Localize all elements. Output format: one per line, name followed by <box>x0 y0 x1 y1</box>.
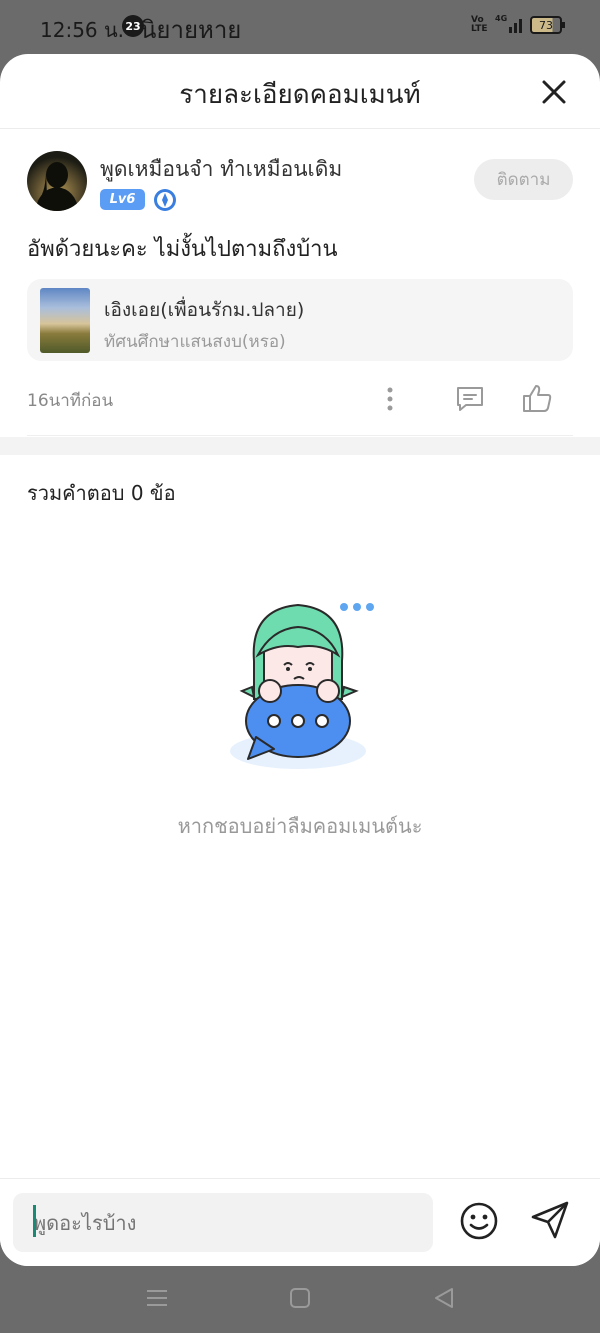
book-subtitle: ทัศนศึกษาแสนสงบ(หรอ) <box>104 332 286 352</box>
status-bar: 12:56 น. 23 นิยายหาย Vo LTE 4G 73 <box>0 0 600 54</box>
book-cover <box>40 288 90 353</box>
comment-divider <box>27 435 573 436</box>
level-badge: Lv6 <box>100 189 145 210</box>
empty-state-text: หากชอบอย่าลืมคอมเมนต์นะ <box>177 814 423 838</box>
battery-icon: 73 <box>530 16 565 34</box>
replies-count: รวมคำตอบ 0 ข้อ <box>27 481 176 505</box>
background-app-title: นิยายหาย <box>140 16 242 44</box>
home-icon[interactable] <box>286 1284 314 1312</box>
medal-icon <box>154 189 176 211</box>
follow-button[interactable]: ติดตาม <box>474 159 573 200</box>
section-gap <box>0 437 600 455</box>
book-title: เอิงเอย(เพื่อนรักม.ปลาย) <box>104 299 305 321</box>
send-icon[interactable] <box>529 1199 571 1241</box>
comment-card: พูดเหมือนจำ ทำเหมือนเดิม Lv6 ติดตาม อัพด… <box>0 129 600 437</box>
more-vertical-icon[interactable] <box>380 385 400 413</box>
signal-icon: 4G <box>495 14 522 33</box>
close-icon[interactable] <box>538 76 570 108</box>
comment-icon[interactable] <box>454 384 486 414</box>
sheet-header: รายละเอียดคอมเมนท์ <box>0 54 600 129</box>
network-type: 4G <box>495 14 508 23</box>
smiley-icon[interactable] <box>459 1201 499 1241</box>
sheet-title: รายละเอียดคอมเมนท์ <box>179 80 421 110</box>
back-icon[interactable] <box>430 1284 458 1312</box>
text-caret <box>33 1205 36 1237</box>
thumbs-up-icon[interactable] <box>520 382 554 414</box>
status-indicators: Vo LTE 4G 73 <box>471 14 565 34</box>
avatar[interactable] <box>27 151 87 211</box>
system-navigation-bar <box>0 1266 600 1333</box>
menu-icon[interactable] <box>143 1284 171 1312</box>
comment-input-bar <box>0 1178 600 1266</box>
comment-timestamp: 16นาทีก่อน <box>27 391 114 411</box>
status-time: 12:56 น. <box>40 18 125 42</box>
volte-icon: Vo LTE <box>471 15 488 34</box>
username[interactable]: พูดเหมือนจำ ทำเหมือนเดิม <box>100 153 342 186</box>
comment-detail-sheet: รายละเอียดคอมเมนท์ พูดเหมือนจำ ทำเหมือนเ… <box>0 54 600 1266</box>
comment-input[interactable] <box>13 1193 433 1252</box>
book-card[interactable]: เอิงเอย(เพื่อนรักม.ปลาย) ทัศนศึกษาแสนสงบ… <box>27 279 573 361</box>
empty-mascot-illustration <box>230 603 374 769</box>
comment-text: อัพด้วยนะคะ ไม่งั้นไปตามถึงบ้าน <box>27 237 338 262</box>
